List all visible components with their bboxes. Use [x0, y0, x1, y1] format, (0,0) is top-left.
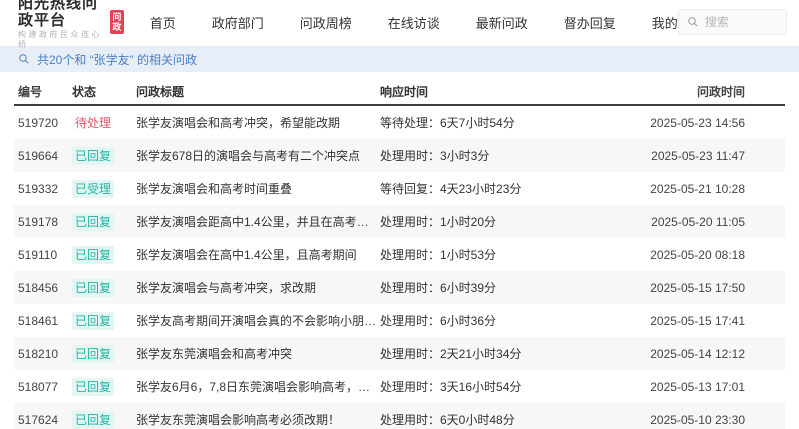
- inquiry-time: 2025-05-10 23:30: [625, 413, 785, 427]
- inquiry-time: 2025-05-21 10:28: [625, 182, 785, 196]
- nav-supervise[interactable]: 督办回复: [564, 13, 616, 32]
- response-time: 处理用时：6天0小时48分: [380, 411, 625, 428]
- inquiry-id: 517624: [14, 413, 72, 427]
- inquiry-id: 519720: [14, 116, 72, 130]
- response-time: 等待回复：4天23小时23分: [380, 180, 625, 197]
- response-time: 处理用时：1小时53分: [380, 246, 625, 263]
- top-header: 阳光热线问政平台 构建政府民众连心桥 问 政 首页 政府部门 问政周榜 在线访谈…: [0, 0, 799, 44]
- result-search-icon: [18, 53, 30, 65]
- inquiry-title[interactable]: 张学友东莞演唱会影响高考必须改期！: [136, 411, 380, 428]
- status-badge: 已回复: [72, 147, 114, 165]
- status-badge: 已回复: [72, 312, 114, 330]
- table-row[interactable]: 519720 待处理 张学友演唱会和高考冲突，希望能改期 等待处理：6天7小时5…: [14, 106, 785, 139]
- inquiry-time: 2025-05-23 14:56: [625, 116, 785, 130]
- inquiry-title[interactable]: 张学友高考期间开演唱会真的不会影响小朋友吗: [136, 312, 380, 329]
- site-logo[interactable]: 阳光热线问政平台 构建政府民众连心桥 问 政: [18, 0, 124, 50]
- inquiry-id: 518077: [14, 380, 72, 394]
- inquiry-id: 518456: [14, 281, 72, 295]
- table-header-row: 编号 状态 问政标题 响应时间 问政时间: [14, 78, 785, 106]
- table-row[interactable]: 518077 已回复 张学友6月6，7,8日东莞演唱会影响高考，必须改期！ 处理…: [14, 370, 785, 403]
- inquiry-title[interactable]: 张学友6月6，7,8日东莞演唱会影响高考，必须改期！: [136, 378, 380, 395]
- nav-latest[interactable]: 最新问政: [476, 13, 528, 32]
- site-title: 阳光热线问政平台: [18, 0, 105, 29]
- inquiry-title[interactable]: 张学友演唱会和高考时间重叠: [136, 180, 380, 197]
- col-header-title: 问政标题: [136, 83, 380, 100]
- inquiry-title[interactable]: 张学友演唱会与高考冲突，求改期: [136, 279, 380, 296]
- inquiry-title[interactable]: 张学友东莞演唱会和高考冲突: [136, 345, 380, 362]
- col-header-id: 编号: [14, 83, 72, 100]
- response-time: 处理用时：1小时20分: [380, 213, 625, 230]
- inquiry-time: 2025-05-15 17:41: [625, 314, 785, 328]
- status-badge: 已回复: [72, 246, 114, 264]
- inquiry-id: 519178: [14, 215, 72, 229]
- inquiry-title[interactable]: 张学友678日的演唱会与高考有二个冲突点: [136, 147, 380, 164]
- table-row[interactable]: 517624 已回复 张学友东莞演唱会影响高考必须改期！ 处理用时：6天0小时4…: [14, 403, 785, 429]
- table-row[interactable]: 519332 已受理 张学友演唱会和高考时间重叠 等待回复：4天23小时23分 …: [14, 172, 785, 205]
- response-time: 处理用时：2天21小时34分: [380, 345, 625, 362]
- status-badge: 已回复: [72, 213, 114, 231]
- inquiry-table: 编号 状态 问政标题 响应时间 问政时间 519720 待处理 张学友演唱会和高…: [14, 78, 785, 429]
- search-box[interactable]: [678, 9, 787, 35]
- status-badge: 已受理: [72, 180, 114, 198]
- inquiry-time: 2025-05-20 08:18: [625, 248, 785, 262]
- table-row[interactable]: 518210 已回复 张学友东莞演唱会和高考冲突 处理用时：2天21小时34分 …: [14, 337, 785, 370]
- nav-departments[interactable]: 政府部门: [212, 13, 264, 32]
- nav-home[interactable]: 首页: [150, 13, 176, 32]
- response-time: 等待处理：6天7小时54分: [380, 114, 625, 131]
- inquiry-id: 519110: [14, 248, 72, 262]
- response-time: 处理用时：6小时39分: [380, 279, 625, 296]
- inquiry-time: 2025-05-14 12:12: [625, 347, 785, 361]
- nav-interview[interactable]: 在线访谈: [388, 13, 440, 32]
- inquiry-title[interactable]: 张学友演唱会距高中1.4公里，并且在高考期间: [136, 213, 380, 230]
- col-header-response: 响应时间: [380, 83, 625, 100]
- inquiry-id: 518461: [14, 314, 72, 328]
- search-input[interactable]: [705, 15, 778, 29]
- table-body: 519720 待处理 张学友演唱会和高考冲突，希望能改期 等待处理：6天7小时5…: [14, 106, 785, 429]
- search-result-bar: 共20个和 “张学友” 的相关问政: [0, 46, 799, 72]
- col-header-time: 问政时间: [625, 83, 785, 100]
- inquiry-id: 519664: [14, 149, 72, 163]
- table-row[interactable]: 519178 已回复 张学友演唱会距高中1.4公里，并且在高考期间 处理用时：1…: [14, 205, 785, 238]
- col-header-status: 状态: [72, 83, 136, 100]
- response-time: 处理用时：6小时36分: [380, 312, 625, 329]
- status-badge: 已回复: [72, 378, 114, 396]
- response-time: 处理用时：3小时3分: [380, 147, 625, 164]
- response-time: 处理用时：3天16小时54分: [380, 378, 625, 395]
- inquiry-title[interactable]: 张学友演唱会和高考冲突，希望能改期: [136, 114, 380, 131]
- nav-mine[interactable]: 我的: [652, 13, 678, 32]
- inquiry-time: 2025-05-13 17:01: [625, 380, 785, 394]
- result-count-text: 共20个和 “张学友” 的相关问政: [37, 51, 197, 68]
- table-row[interactable]: 519110 已回复 张学友演唱会在高中1.4公里，且高考期间 处理用时：1小时…: [14, 238, 785, 271]
- inquiry-title[interactable]: 张学友演唱会在高中1.4公里，且高考期间: [136, 246, 380, 263]
- logo-badge-icon: 问 政: [110, 10, 124, 34]
- inquiry-time: 2025-05-15 17:50: [625, 281, 785, 295]
- status-badge: 已回复: [72, 411, 114, 429]
- inquiry-id: 518210: [14, 347, 72, 361]
- table-row[interactable]: 518461 已回复 张学友高考期间开演唱会真的不会影响小朋友吗 处理用时：6小…: [14, 304, 785, 337]
- inquiry-time: 2025-05-20 11:05: [625, 215, 785, 229]
- table-row[interactable]: 518456 已回复 张学友演唱会与高考冲突，求改期 处理用时：6小时39分 2…: [14, 271, 785, 304]
- status-badge: 待处理: [72, 114, 114, 132]
- search-icon: [687, 16, 699, 28]
- status-badge: 已回复: [72, 345, 114, 363]
- inquiry-id: 519332: [14, 182, 72, 196]
- table-row[interactable]: 519664 已回复 张学友678日的演唱会与高考有二个冲突点 处理用时：3小时…: [14, 139, 785, 172]
- site-slogan: 构建政府民众连心桥: [18, 30, 105, 50]
- status-badge: 已回复: [72, 279, 114, 297]
- inquiry-time: 2025-05-23 11:47: [625, 149, 785, 163]
- nav-ranking[interactable]: 问政周榜: [300, 13, 352, 32]
- main-nav: 首页 政府部门 问政周榜 在线访谈 最新问政 督办回复 我的: [150, 13, 678, 32]
